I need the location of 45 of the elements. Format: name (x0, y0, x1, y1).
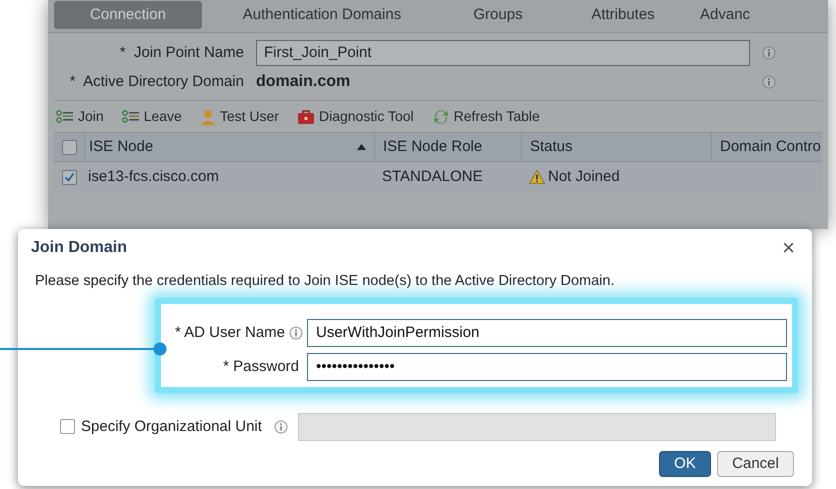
info-icon[interactable] (762, 46, 776, 60)
column-header[interactable]: ISE Node Role (383, 136, 482, 158)
column-header[interactable]: ISE Node (89, 136, 154, 158)
list-icon (122, 110, 140, 124)
field-label: * AD User Name (174, 322, 285, 342)
checkbox[interactable] (62, 170, 76, 184)
field-label: * Password (223, 356, 299, 376)
table-cell-text: Not Joined (548, 166, 620, 187)
dialog-title: Join Domain (31, 238, 128, 258)
tab[interactable]: Groups (442, 1, 554, 29)
field-label: * Join Point Name (118, 42, 245, 63)
table-cell: STANDALONE (382, 168, 483, 185)
toolbar-button[interactable]: Test User (200, 106, 279, 127)
info-icon[interactable] (274, 420, 288, 434)
close-button[interactable]: × (778, 237, 799, 259)
tab[interactable]: Attributes (554, 1, 692, 29)
list-icon (56, 110, 74, 124)
info-icon[interactable] (289, 326, 303, 340)
toolbar-button[interactable]: Join (56, 106, 104, 127)
join-point-field[interactable]: First_Join_Point (256, 40, 750, 66)
checkbox[interactable] (60, 419, 75, 434)
table-cell: ise13-fcs.cisco.com (88, 168, 219, 185)
table-row[interactable]: ise13-fcs.cisco.com STANDALONE Not Joined (54, 162, 822, 192)
checkbox-label: Specify Organizational Unit (81, 416, 262, 436)
user-icon (200, 108, 216, 124)
sort-icon[interactable] (357, 144, 366, 150)
toolbar-button[interactable]: Leave (122, 106, 182, 127)
refresh-icon (432, 108, 450, 126)
dialog-message: Please specify the credentials required to Join ISE node(s) to the Active Directory Domain. (34, 272, 616, 291)
password-field[interactable]: ••••••••••••••• (307, 352, 787, 381)
tab[interactable]: Advanc (692, 1, 792, 29)
checkbox[interactable] (62, 140, 76, 154)
cancel-button[interactable]: Cancel (717, 450, 794, 477)
toolbar-button[interactable]: Refresh Table (432, 106, 540, 127)
ok-button[interactable]: OK (659, 450, 711, 477)
tab[interactable]: Authentication Domains (202, 1, 442, 29)
info-icon[interactable] (762, 75, 776, 89)
field-label: * Active Directory Domain (68, 72, 245, 92)
column-header[interactable]: Status (530, 136, 573, 158)
toolbox-icon (296, 108, 315, 124)
domain-value: domain.com (256, 72, 352, 92)
username-field[interactable]: UserWithJoinPermission (307, 318, 787, 347)
warning-icon (529, 170, 545, 184)
column-header[interactable]: Domain Contro (720, 136, 821, 158)
toolbar-button[interactable]: Diagnostic Tool (296, 106, 414, 127)
